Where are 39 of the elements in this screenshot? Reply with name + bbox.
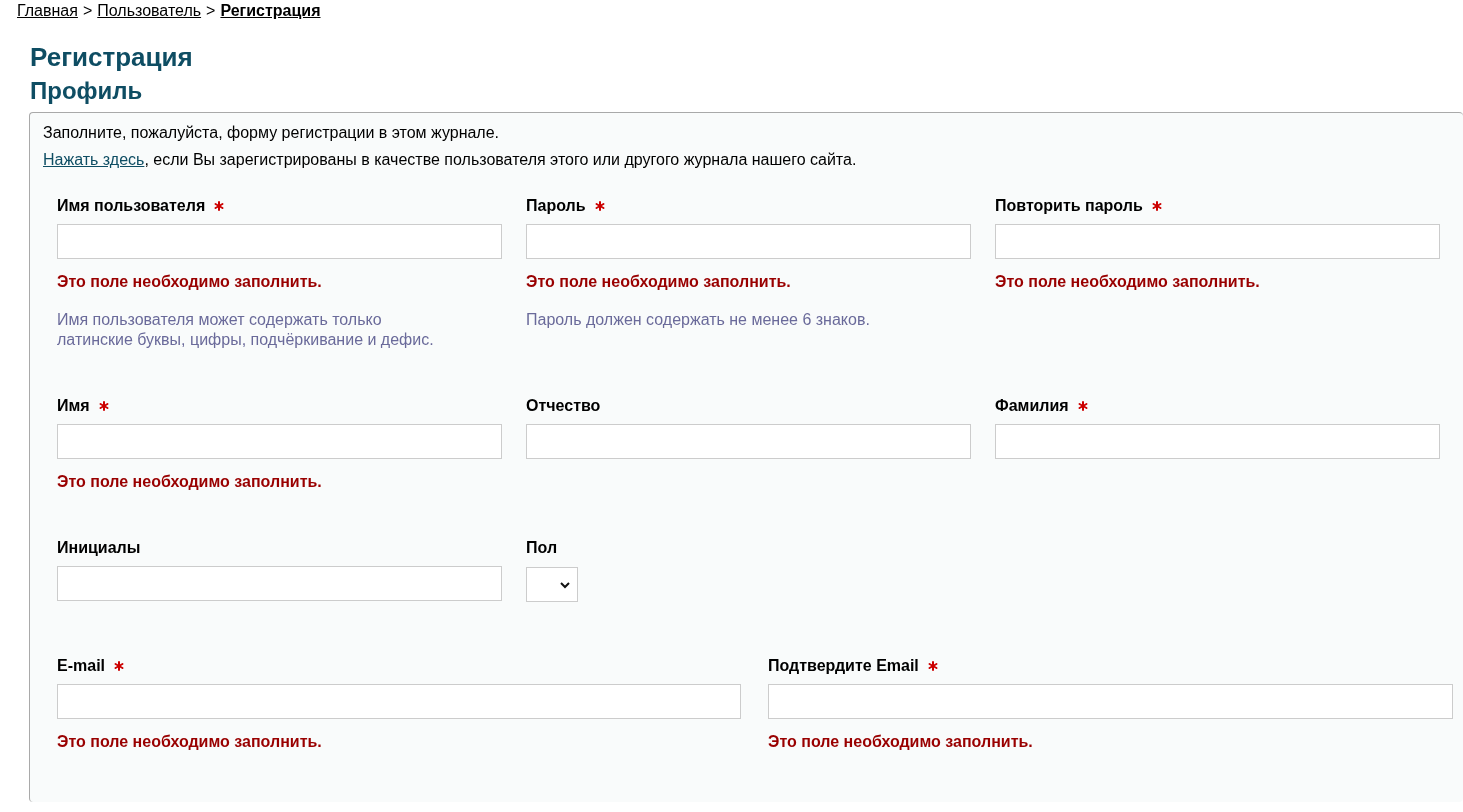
field-label: Повторить пароль (995, 196, 1143, 216)
login-link[interactable]: Нажать здесь (43, 151, 145, 168)
input-field[interactable] (768, 684, 1453, 719)
error-message: Это поле необходимо заполнить. (57, 732, 323, 752)
input-field[interactable] (57, 424, 502, 459)
breadcrumb-link[interactable]: Пользователь (97, 0, 202, 22)
input-field[interactable] (57, 566, 502, 601)
input-field[interactable] (57, 224, 502, 259)
select-field[interactable] (526, 567, 578, 602)
field-label: Пароль (526, 196, 586, 216)
login-text: Нажать здесь, если Вы зарегистрированы в качестве пользователя этого или другого журнала нашего сайта. (43, 150, 858, 170)
hint-text: Имя пользователя может содержать только латинские буквы, цифры, подчёркивание и дефис. (57, 310, 435, 350)
input-field[interactable] (526, 224, 971, 259)
field-label: Подтвердите Email (768, 656, 919, 676)
input-field[interactable] (57, 684, 741, 719)
chevron-down-icon (559, 580, 571, 589)
field-label: Имя (57, 396, 90, 416)
breadcrumb-separator: > (82, 1, 93, 21)
error-message: Это поле необходимо заполнить. (995, 272, 1261, 292)
field-label: Отчество (526, 396, 601, 416)
error-message: Это поле необходимо заполнить. (57, 272, 323, 292)
input-field[interactable] (526, 424, 971, 459)
input-field[interactable] (995, 424, 1440, 459)
input-field[interactable] (995, 224, 1440, 259)
page-title: Регистрация (30, 42, 194, 72)
section-title: Профиль (30, 77, 144, 105)
breadcrumb-link[interactable]: Главная (17, 0, 78, 22)
field-label: E-mail (57, 656, 105, 676)
error-message: Это поле необходимо заполнить. (526, 272, 792, 292)
intro-text: Заполните, пожалуйста, форму регистрации в этом журнале. (43, 123, 501, 143)
hint-text: Пароль должен содержать не менее 6 знаков. (526, 310, 871, 330)
breadcrumb-separator: > (206, 1, 216, 21)
breadcrumb-link[interactable]: Регистрация (220, 0, 321, 22)
error-message: Это поле необходимо заполнить. (57, 472, 323, 492)
field-label: Фамилия (995, 396, 1069, 416)
error-message: Это поле необходимо заполнить. (768, 732, 1034, 752)
field-label: Имя пользователя (57, 196, 206, 216)
field-label: Пол (526, 538, 558, 558)
field-label: Инициалы (57, 538, 141, 558)
